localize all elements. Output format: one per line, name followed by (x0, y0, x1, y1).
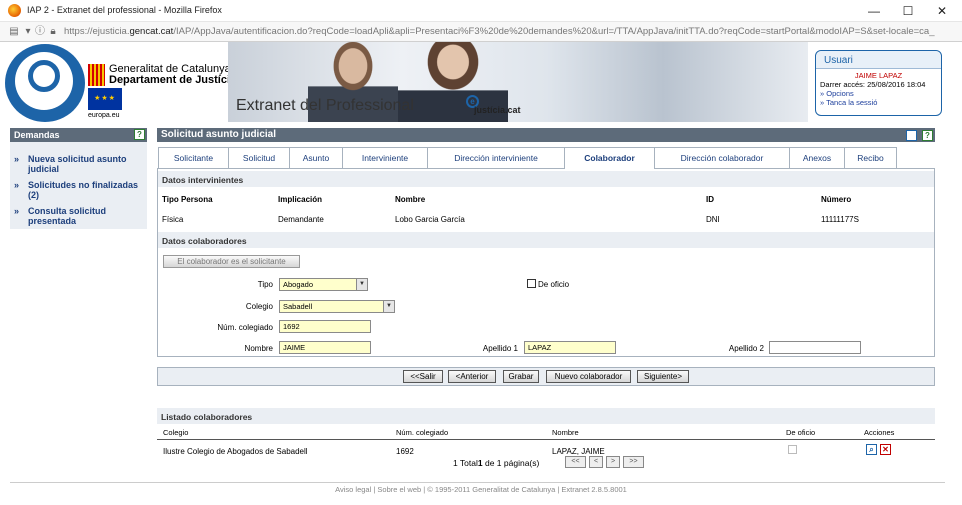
gencat-line2: Departament de Justícia (109, 74, 237, 86)
tab-interviniente[interactable]: Interviniente (342, 147, 428, 168)
banner-title: Extranet del Professional (236, 97, 414, 114)
main-help-icon[interactable]: ? (922, 130, 933, 141)
col-num-colegiado: Núm. colegiado (396, 428, 449, 437)
info-icon[interactable]: ⓘ (34, 26, 46, 38)
header-id: ID (706, 195, 714, 204)
nombre-label: Nombre (244, 344, 273, 353)
header-tipo-persona: Tipo Persona (162, 195, 213, 204)
tab-anexos[interactable]: Anexos (789, 147, 845, 168)
cell-implicacion: Demandante (278, 215, 324, 224)
col-colegio: Colegio (163, 428, 189, 437)
firefox-icon (8, 4, 21, 17)
window-title: IAP 2 - Extranet del professional - Mozi… (27, 5, 222, 15)
tipo-label: Tipo (257, 280, 273, 289)
options-link[interactable]: » Opcions (820, 89, 854, 98)
header-numero: Número (821, 195, 852, 204)
prev-page-button[interactable]: < (589, 456, 603, 468)
close-window-button[interactable]: ✕ (934, 3, 950, 19)
colegio-label: Colegio (245, 302, 273, 311)
tab-direccion-colaborador[interactable]: Dirección colaborador (654, 147, 790, 168)
sidebar: Demandas ? » Nueva solicitud asunto judi… (10, 128, 147, 229)
tab-recibo[interactable]: Recibo (844, 147, 897, 168)
next-button[interactable]: Siguiente> (637, 370, 689, 383)
de-oficio-label: De oficio (538, 280, 570, 289)
logout-link[interactable]: » Tanca la sessió (820, 98, 877, 107)
tab-solicitante[interactable]: Solicitante (158, 147, 229, 168)
cell-id: DNI (706, 215, 720, 224)
nombre-input[interactable]: JAIME (279, 341, 371, 354)
gencat-flag-icon (88, 64, 105, 86)
tab-solicitud[interactable]: Solicitud (228, 147, 290, 168)
minimize-button[interactable]: — (866, 3, 882, 19)
previous-button[interactable]: <Anterior (448, 370, 496, 383)
save-button[interactable]: Grabar (503, 370, 539, 383)
address-bar[interactable]: ▤ ▾ ⓘ 🔒︎ https://ejusticia.gencat.cat/IA… (0, 22, 962, 42)
header-implicacion: Implicación (278, 195, 323, 204)
search-icon[interactable]: ⌕ (866, 444, 877, 455)
list-title: Listado colaboradores (161, 412, 253, 422)
chevron-right-icon: » (14, 206, 20, 216)
user-heading: Usuari (824, 55, 853, 66)
last-access: Darrer accés: 25/08/2016 18:04 (820, 80, 926, 89)
de-oficio-checkbox[interactable] (527, 279, 536, 288)
main-header: Solicitud asunto judicial (157, 128, 935, 142)
cell-nombre: Lobo Garcia García (395, 215, 465, 224)
browser-titlebar: IAP 2 - Extranet del professional - Mozi… (0, 0, 962, 22)
next-page-button[interactable]: > (606, 456, 620, 468)
dropdown-arrow-icon[interactable]: ▾ (22, 26, 34, 38)
num-colegiado-input[interactable]: 1692 (279, 320, 371, 333)
tab-colaborador[interactable]: Colaborador (564, 147, 655, 169)
section-intervinientes: Datos intervinientes (162, 175, 244, 185)
maximize-button[interactable]: ☐ (900, 3, 916, 19)
chevron-down-icon: ▼ (356, 279, 367, 290)
row-de-oficio-checkbox (788, 445, 797, 454)
apellido1-label: Apellido 1 (482, 344, 518, 353)
tabs-icon[interactable]: ▤ (8, 26, 20, 38)
apellido1-input[interactable]: LAPAZ (524, 341, 616, 354)
page-title: Solicitud asunto judicial (161, 129, 277, 140)
col-nombre: Nombre (552, 428, 579, 437)
tab-direccion-interviniente[interactable]: Dirección interviniente (427, 147, 565, 168)
col-de-oficio: De oficio (786, 428, 816, 437)
sidebar-title: Demandas (14, 130, 60, 140)
colegio-select[interactable]: Sabadell ▼ (279, 300, 395, 313)
eu-label: europa.eu (88, 112, 120, 119)
row-nombre: LAPAZ, JAIME (552, 447, 605, 456)
chevron-right-icon: » (14, 180, 20, 190)
col-acciones: Acciones (864, 428, 895, 437)
header-nombre: Nombre (395, 195, 426, 204)
first-page-button[interactable]: << (565, 456, 586, 468)
print-icon[interactable] (906, 130, 917, 141)
num-colegiado-label: Núm. colegiado (217, 323, 273, 332)
pager-info: 1 Total1 de 1 página(s) (453, 458, 540, 468)
eu-flag-icon: ★★★ (88, 88, 122, 110)
url-text[interactable]: https://ejusticia.gencat.cat/IAP/AppJava… (64, 26, 934, 37)
footer: Aviso legal | Sobre el web | © 1995-2011… (335, 485, 627, 494)
delete-icon[interactable]: ✕ (880, 444, 891, 455)
last-page-button[interactable]: >> (623, 456, 644, 468)
sidebar-help-icon[interactable]: ? (134, 129, 145, 140)
chevron-right-icon: » (14, 154, 20, 164)
ejusticia-logo[interactable] (5, 44, 85, 122)
user-name: JAIME LAPAZ (854, 71, 903, 80)
same-as-applicant-button[interactable]: El colaborador es el solicitante (163, 255, 300, 268)
new-collaborator-button[interactable]: Nuevo colaborador (546, 370, 631, 383)
cell-numero: 11111177S (821, 215, 859, 224)
apellido2-label: Apellido 2 (728, 344, 764, 353)
cell-tipo-persona: Física (162, 215, 184, 224)
user-box: Usuari JAIME LAPAZ Darrer accés: 25/08/2… (815, 50, 942, 116)
row-colegio: Ilustre Colegio de Abogados de Sabadell (163, 447, 308, 456)
justicia-cat-logo: e justícia.cat (466, 95, 526, 117)
row-num-colegiado: 1692 (396, 447, 414, 456)
tipo-select[interactable]: Abogado ▼ (279, 278, 368, 291)
lock-icon: 🔒︎ (50, 26, 56, 37)
exit-button[interactable]: <<Salir (403, 370, 443, 383)
apellido2-input[interactable] (769, 341, 861, 354)
tab-asunto[interactable]: Asunto (289, 147, 343, 168)
section-colaboradores: Datos colaboradores (162, 236, 247, 246)
chevron-down-icon: ▼ (383, 301, 394, 312)
colaborador-panel: Datos intervinientes Tipo Persona Implic… (157, 169, 935, 357)
